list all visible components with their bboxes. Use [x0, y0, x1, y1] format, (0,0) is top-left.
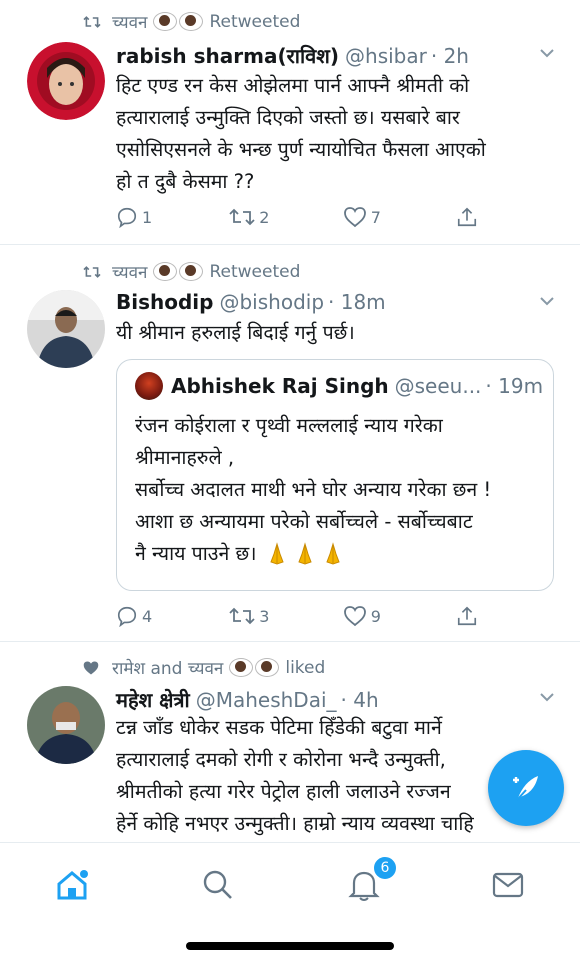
heart-filled-icon: [82, 660, 104, 676]
like-count: 9: [370, 606, 381, 626]
display-name[interactable]: rabish sharma(राविश): [116, 42, 339, 69]
tweet-header: rabish sharma(राविश) @hsibar · 2h: [116, 42, 469, 69]
tweet-actions: 1 2 7: [116, 206, 496, 228]
notifications-badge: 6: [372, 855, 398, 881]
search-icon: [203, 870, 232, 899]
home-indicator[interactable]: [186, 942, 394, 950]
timestamp: · 2h: [430, 44, 469, 68]
reply-count: 1: [142, 207, 153, 227]
reply-button[interactable]: 4: [116, 605, 156, 627]
like-button[interactable]: 9: [343, 605, 383, 627]
reply-count: 4: [142, 606, 153, 626]
handle[interactable]: @MaheshDai_: [196, 688, 337, 712]
tweet-text: यी श्रीमान हरुलाई बिदाई गर्नु पर्छ।: [116, 321, 355, 344]
retweet-icon: [82, 264, 104, 280]
retweet-button[interactable]: 2: [229, 207, 269, 227]
chevron-down-icon[interactable]: [540, 294, 554, 308]
share-icon: [457, 606, 477, 626]
avatar[interactable]: [27, 290, 105, 368]
reply-icon: [117, 606, 137, 627]
social-context: च्यवन Retweeted: [82, 260, 300, 283]
avatar[interactable]: [27, 42, 105, 120]
social-user[interactable]: च्यवन: [112, 10, 147, 33]
eyes-emoji: [153, 12, 204, 31]
avatar[interactable]: [27, 686, 105, 764]
heart-icon: [343, 207, 366, 228]
tweet-text: टन्न जाँड धोकेर सडक पेटिमा हिँडेकी बटुवा…: [116, 716, 474, 835]
display-name[interactable]: महेश क्षेत्री: [116, 686, 190, 713]
tweet-text: हिट एण्ड रन केस ओझेलमा पार्न आफ्नै श्रीम…: [116, 74, 486, 193]
retweet-icon: [82, 14, 104, 30]
chevron-down-icon[interactable]: [540, 46, 554, 60]
social-context: रामेश and च्यवन liked: [82, 656, 325, 679]
mail-icon: [492, 872, 524, 898]
tab-search[interactable]: [198, 865, 238, 905]
share-icon: [457, 207, 477, 227]
compose-tweet-button[interactable]: [488, 750, 564, 826]
share-button[interactable]: [456, 206, 496, 228]
heart-icon: [343, 606, 366, 627]
tab-home[interactable]: [52, 865, 92, 905]
timestamp: · 18m: [328, 290, 386, 314]
tweet[interactable]: च्यवन Retweeted rabish sharma(राविश) @hs…: [0, 0, 580, 245]
tweet-header: महेश क्षेत्री @MaheshDai_ · 4h: [116, 686, 379, 713]
eyes-emoji: [229, 658, 280, 677]
social-user[interactable]: च्यवन: [112, 260, 147, 283]
retweet-icon: [229, 208, 255, 226]
social-user[interactable]: रामेश and च्यवन: [112, 656, 223, 679]
retweet-count: 2: [259, 207, 270, 227]
compose-feather-icon: [513, 776, 538, 801]
share-button[interactable]: [456, 605, 496, 627]
quoted-display-name: Abhishek Raj Singh: [171, 374, 389, 398]
tweet-header: Bishodip @bishodip · 18m: [116, 290, 386, 314]
like-button[interactable]: 7: [343, 206, 383, 228]
retweet-button[interactable]: 3: [229, 606, 269, 626]
retweet-icon: [229, 607, 255, 625]
social-context: च्यवन Retweeted: [82, 10, 300, 33]
quoted-avatar: [135, 372, 163, 400]
timeline-feed: च्यवन Retweeted rabish sharma(राविश) @hs…: [0, 0, 580, 842]
reply-icon: [117, 207, 137, 228]
tweet-actions: 4 3 9: [116, 605, 496, 627]
tweet[interactable]: च्यवन Retweeted Bishodip @bishodip · 18m…: [0, 245, 580, 642]
timestamp: · 4h: [340, 688, 379, 712]
home-icon: [57, 870, 88, 900]
social-action: Retweeted: [209, 261, 301, 282]
quoted-tweet[interactable]: Abhishek Raj Singh @seeu... · 19m रंजन क…: [116, 359, 554, 591]
social-action: Retweeted: [209, 11, 301, 32]
folded-hands-emoji: [265, 542, 345, 566]
quoted-timestamp: · 19m: [485, 374, 544, 398]
quoted-tweet-header: Abhishek Raj Singh @seeu... · 19m: [135, 372, 543, 400]
reply-button[interactable]: 1: [116, 206, 156, 228]
tweet[interactable]: रामेश and च्यवन liked महेश क्षेत्री @Mah…: [0, 642, 580, 842]
retweet-count: 3: [259, 606, 270, 626]
quoted-handle: @seeu...: [394, 374, 482, 398]
tab-messages[interactable]: [488, 865, 528, 905]
quoted-tweet-text: रंजन कोईराला र पृथ्वी मल्ललाई न्याय गरेक…: [135, 414, 492, 566]
handle[interactable]: @bishodip: [219, 290, 324, 314]
like-count: 7: [370, 207, 381, 227]
social-action: liked: [285, 657, 326, 678]
eyes-emoji: [153, 262, 204, 281]
handle[interactable]: @hsibar: [345, 44, 427, 68]
display-name[interactable]: Bishodip: [116, 290, 213, 314]
chevron-down-icon[interactable]: [540, 690, 554, 704]
